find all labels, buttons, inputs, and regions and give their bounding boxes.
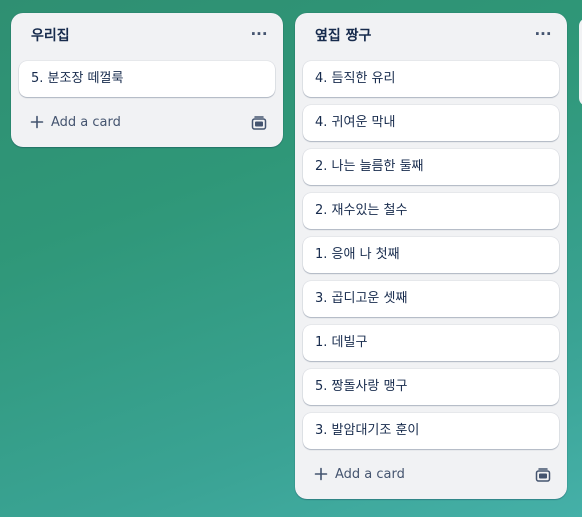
card[interactable]: 2. 재수있는 철수 — [303, 193, 559, 229]
card-template-icon[interactable] — [251, 115, 267, 131]
card-title: 1. 응애 나 첫째 — [315, 247, 400, 262]
card-title: 5. 짱돌사랑 맹구 — [315, 379, 408, 394]
card[interactable]: 4. 듬직한 유리 — [303, 61, 559, 97]
card[interactable]: 3. 곱디고운 셋째 — [303, 281, 559, 317]
ellipsis-icon[interactable]: ··· — [245, 23, 273, 49]
card-title: 3. 발암대기조 훈이 — [315, 423, 420, 438]
card[interactable]: 4. 귀여운 막내 — [303, 105, 559, 141]
card-title: 2. 나는 늘름한 둘째 — [315, 159, 424, 174]
card-list: 4. 듬직한 유리 4. 귀여운 막내 2. 나는 늘름한 둘째 2. 재수있는… — [303, 61, 559, 457]
add-card-label: Add a card — [335, 467, 405, 482]
list-title[interactable]: 옆집 짱구 — [315, 27, 371, 45]
list-yeopjip-jjanggu: 옆집 짱구 ··· 4. 듬직한 유리 4. 귀여운 막내 2. 나는 늘름한 … — [295, 13, 567, 499]
card[interactable]: 5. 분조장 떼껄룩 — [19, 61, 275, 97]
list-woorijip: 우리집 ··· 5. 분조장 떼껄룩 Add a card — [11, 13, 283, 147]
card[interactable]: 2. 나는 늘름한 둘째 — [303, 149, 559, 185]
card-list: 5. 분조장 떼껄룩 — [19, 61, 275, 105]
card[interactable]: 1. 응애 나 첫째 — [303, 237, 559, 273]
list-header[interactable]: 옆집 짱구 ··· — [295, 13, 567, 59]
ellipsis-icon[interactable]: ··· — [529, 23, 557, 49]
plus-icon — [314, 467, 328, 481]
add-card-button[interactable]: Add a card — [19, 107, 275, 139]
add-card-label: Add a card — [51, 115, 121, 130]
card-title: 2. 재수있는 철수 — [315, 203, 408, 218]
list-title[interactable]: 우리집 — [31, 27, 70, 45]
card-title: 3. 곱디고운 셋째 — [315, 291, 408, 306]
card-template-icon[interactable] — [535, 467, 551, 483]
card-title: 5. 분조장 떼껄룩 — [31, 71, 124, 86]
add-card-button[interactable]: Add a card — [303, 459, 559, 491]
card-title: 4. 귀여운 막내 — [315, 115, 396, 130]
card-title: 4. 듬직한 유리 — [315, 71, 396, 86]
list-header[interactable]: 우리집 ··· — [11, 13, 283, 59]
card-title: 1. 데빌구 — [315, 335, 368, 350]
card[interactable]: 3. 발암대기조 훈이 — [303, 413, 559, 449]
card[interactable]: 1. 데빌구 — [303, 325, 559, 361]
card[interactable]: 5. 짱돌사랑 맹구 — [303, 369, 559, 405]
plus-icon — [30, 115, 44, 129]
